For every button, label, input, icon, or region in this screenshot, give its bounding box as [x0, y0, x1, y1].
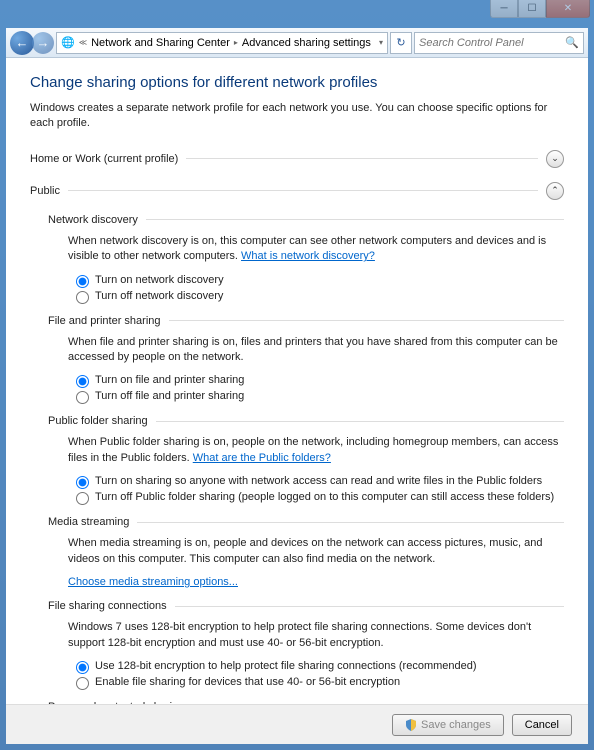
- search-input[interactable]: [419, 37, 565, 49]
- breadcrumb-item[interactable]: Network and Sharing Center: [91, 37, 230, 49]
- section-network-discovery: Network discovery When network discovery…: [48, 214, 564, 305]
- search-box[interactable]: 🔍: [414, 32, 584, 54]
- media-options-link[interactable]: Choose media streaming options...: [68, 576, 238, 588]
- radio-nd-on[interactable]: Turn on network discovery: [76, 273, 564, 289]
- breadcrumb-item[interactable]: Advanced sharing settings: [242, 37, 371, 49]
- navbar: ← → 🌐 ≪ Network and Sharing Center ▸ Adv…: [6, 28, 588, 58]
- radio-fp-off[interactable]: Turn off file and printer sharing: [76, 389, 564, 405]
- radio-pf-on[interactable]: Turn on sharing so anyone with network a…: [76, 474, 564, 490]
- section-title: Public folder sharing: [48, 415, 148, 427]
- help-link[interactable]: What are the Public folders?: [193, 452, 331, 464]
- radio-fp-on[interactable]: Turn on file and printer sharing: [76, 373, 564, 389]
- shield-icon: [405, 719, 417, 731]
- refresh-button[interactable]: ↻: [390, 32, 412, 54]
- help-link[interactable]: What is network discovery?: [241, 250, 375, 262]
- section-description: When Public folder sharing is on, people…: [68, 435, 564, 466]
- section-file-printer: File and printer sharing When file and p…: [48, 315, 564, 406]
- page-intro: Windows creates a separate network profi…: [30, 101, 564, 132]
- main-content: Change sharing options for different net…: [6, 58, 588, 704]
- radio-pf-off[interactable]: Turn off Public folder sharing (people l…: [76, 490, 564, 506]
- titlebar: ─ ☐ ✕: [0, 0, 594, 28]
- section-media-streaming: Media streaming When media streaming is …: [48, 516, 564, 590]
- network-icon: 🌐: [61, 36, 75, 49]
- section-file-connections: File sharing connections Windows 7 uses …: [48, 600, 564, 691]
- profile-label: Public: [30, 185, 60, 197]
- search-icon: 🔍: [565, 36, 579, 49]
- radio-fc-40[interactable]: Enable file sharing for devices that use…: [76, 675, 564, 691]
- section-description: When network discovery is on, this compu…: [68, 234, 564, 265]
- section-title: Network discovery: [48, 214, 138, 226]
- radio-fc-128[interactable]: Use 128-bit encryption to help protect f…: [76, 659, 564, 675]
- save-button[interactable]: Save changes: [392, 714, 504, 736]
- section-title: Media streaming: [48, 516, 129, 528]
- minimize-button[interactable]: ─: [490, 0, 518, 18]
- chevron-icon: ≪: [79, 38, 87, 47]
- section-description: When file and printer sharing is on, fil…: [68, 335, 564, 366]
- collapse-icon[interactable]: ⌃: [546, 182, 564, 200]
- chevron-right-icon: ▸: [234, 38, 238, 47]
- section-description: Windows 7 uses 128-bit encryption to hel…: [68, 620, 564, 651]
- close-button[interactable]: ✕: [546, 0, 590, 18]
- cancel-button[interactable]: Cancel: [512, 714, 572, 736]
- section-public-folder: Public folder sharing When Public folder…: [48, 415, 564, 506]
- section-title: File sharing connections: [48, 600, 167, 612]
- page-title: Change sharing options for different net…: [30, 74, 564, 91]
- radio-nd-off[interactable]: Turn off network discovery: [76, 289, 564, 305]
- section-description: When media streaming is on, people and d…: [68, 536, 564, 567]
- profile-home-work[interactable]: Home or Work (current profile) ⌄: [30, 146, 564, 172]
- footer: Save changes Cancel: [6, 704, 588, 744]
- chevron-down-icon[interactable]: ▾: [379, 38, 383, 47]
- back-button[interactable]: ←: [10, 31, 34, 55]
- forward-button[interactable]: →: [32, 32, 54, 54]
- profile-label: Home or Work (current profile): [30, 153, 178, 165]
- expand-icon[interactable]: ⌄: [546, 150, 564, 168]
- profile-public[interactable]: Public ⌃: [30, 178, 564, 204]
- maximize-button[interactable]: ☐: [518, 0, 546, 18]
- breadcrumb[interactable]: 🌐 ≪ Network and Sharing Center ▸ Advance…: [56, 32, 388, 54]
- section-title: File and printer sharing: [48, 315, 161, 327]
